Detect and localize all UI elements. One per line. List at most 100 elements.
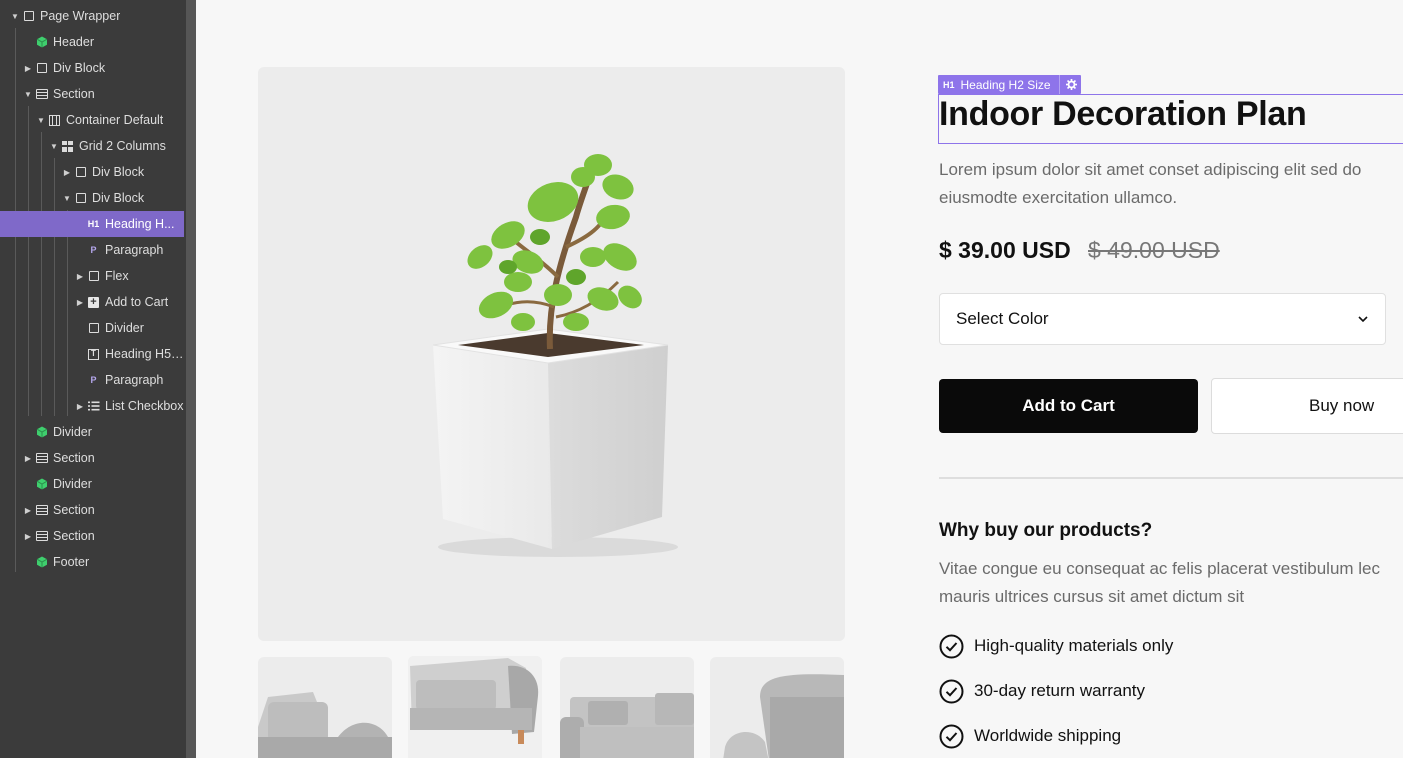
caret-right-icon[interactable]: ▶ [75,402,85,411]
list-icon [85,399,102,413]
navigator-item[interactable]: ▶ Div Block [0,55,184,81]
chair-closeup-thumbnail-image [723,674,844,758]
navigator-item[interactable]: ▼ Container Default [0,107,184,133]
navigator-item-label: Heading H5 Si [105,347,184,361]
caret-down-icon[interactable]: ▼ [49,142,59,151]
caret-down-icon[interactable]: ▼ [36,116,46,125]
navigator-item[interactable]: P Paragraph [0,237,184,263]
navigator-item[interactable]: ▶ Section [0,445,184,471]
navigator-item-label: Add to Cart [105,295,169,309]
symbol-icon [33,425,50,439]
buy-now-button[interactable]: Buy now [1211,378,1403,434]
paragraph-icon: P [90,375,97,385]
navigator-item-label: Section [53,87,95,101]
thumbnail-2[interactable] [408,656,542,758]
navigator-item[interactable]: ▼ Grid 2 Columns [0,133,184,159]
navigator-item[interactable]: ▼ Div Block [0,185,184,211]
navigator-item[interactable]: ▶ Section [0,497,184,523]
navigator-item[interactable]: H1 Heading H... [0,211,184,237]
caret-right-icon[interactable]: ▶ [75,272,85,281]
check-circle-icon [939,679,964,703]
box-icon [85,269,102,283]
navigator-item[interactable]: ▶ + Add to Cart [0,289,184,315]
caret-right-icon[interactable]: ▶ [23,506,33,515]
caret-down-icon[interactable]: ▼ [23,90,33,99]
select-color-value: Select Color [956,309,1049,328]
add-to-cart-icon: + [85,295,102,309]
sofa-thumbnail-image [408,656,542,758]
box-icon [72,191,89,205]
navigator-item[interactable]: P Paragraph [0,367,184,393]
navigator-item-label: Footer [53,555,90,569]
navigator-item-label: Div Block [53,61,106,75]
navigator-item[interactable]: ▶ Flex [0,263,184,289]
navigator-item[interactable]: Divider [0,419,184,445]
feature-list-item: 30-day return warranty [939,678,1145,704]
chevron-down-icon [1358,316,1368,323]
select-color-dropdown[interactable]: Select Color [939,293,1386,345]
product-price: $ 39.00 USD [939,237,1071,263]
selection-tag-label: Heading H2 Size [960,77,1051,92]
caret-down-icon[interactable]: ▼ [62,194,72,203]
heading-tag-icon: H1 [943,79,955,90]
navigator-item-label: Section [53,503,95,517]
product-old-price: $ 49.00 USD [1088,237,1220,263]
thumbnail-3[interactable] [560,657,694,758]
navigator-item-label: Section [53,451,95,465]
caret-down-icon[interactable]: ▼ [10,12,20,21]
navigator-item[interactable]: Header [0,29,184,55]
navigator-item-label: Paragraph [105,373,164,387]
navigator-item-label: Grid 2 Columns [79,139,166,153]
section-icon [33,503,50,517]
section-icon [33,87,50,101]
element-selection-tag[interactable]: H1 Heading H2 Size [938,75,1081,94]
why-buy-description[interactable]: Vitae congue eu consequat ac felis place… [939,555,1380,611]
navigator-item-label: Paragraph [105,243,164,257]
navigator-item-label: Divider [53,425,92,439]
navigator-item[interactable]: ▼ Page Wrapper [0,3,184,29]
navigator-item[interactable]: ▼ Section [0,81,184,107]
navigator-item[interactable]: ▶ List Checkbox [0,393,184,419]
check-circle-icon [939,724,964,748]
sofa-front-thumbnail-image [560,693,694,758]
product-title[interactable]: Indoor Decoration Plan [939,95,1307,134]
design-canvas: H1 Heading H2 Size Indoor Decoration Pla… [196,0,1403,758]
navigator-item[interactable]: Divider [0,471,184,497]
product-description[interactable]: Lorem ipsum dolor sit amet conset adipis… [939,156,1403,212]
product-description-line-1: Lorem ipsum dolor sit amet conset adipis… [939,160,1362,179]
thumbnail-1[interactable] [258,657,392,758]
navigator-item[interactable]: Footer [0,549,184,575]
navigator-item[interactable]: ▶ Section [0,523,184,549]
box-icon [72,165,89,179]
caret-right-icon[interactable]: ▶ [23,532,33,541]
navigator-scrollbar[interactable] [186,0,196,758]
product-main-image[interactable] [258,67,845,641]
why-description-line-1: Vitae congue eu consequat ac felis place… [939,559,1381,578]
caret-right-icon[interactable]: ▶ [62,168,72,177]
gear-icon[interactable] [1065,79,1077,90]
thumbnail-4[interactable] [710,657,844,758]
text-block-icon: T [85,347,102,361]
box-icon [33,61,50,75]
feature-label: 30-day return warranty [974,681,1146,700]
check-circle-icon [939,634,964,658]
feature-list-item: Worldwide shipping [939,723,1121,749]
navigator-item-label: Header [53,35,94,49]
section-icon [33,451,50,465]
why-buy-heading[interactable]: Why buy our products? [939,520,1152,542]
add-to-cart-button[interactable]: Add to Cart [939,379,1198,433]
navigator-item-label: Divider [105,321,144,335]
navigator-item[interactable]: T Heading H5 Si [0,341,184,367]
caret-right-icon[interactable]: ▶ [23,64,33,73]
navigator-item[interactable]: Divider [0,315,184,341]
navigator-item[interactable]: ▶ Div Block [0,159,184,185]
navigator-item-label: Container Default [66,113,164,127]
box-icon [85,321,102,335]
navigator-item-label: Div Block [92,191,145,205]
navigator-item-label: Page Wrapper [40,9,121,23]
box-icon [20,9,37,23]
caret-right-icon[interactable]: ▶ [75,298,85,307]
plant-pot-image [432,154,678,557]
caret-right-icon[interactable]: ▶ [23,454,33,463]
symbol-icon [33,555,50,569]
